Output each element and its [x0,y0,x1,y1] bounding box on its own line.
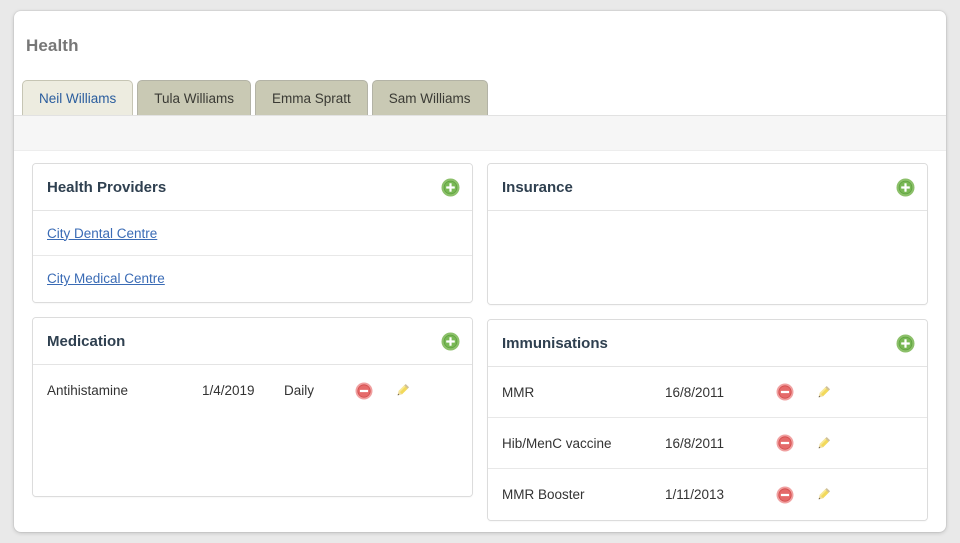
remove-circle-icon[interactable] [354,381,373,400]
panel-title: Health Providers [47,178,167,196]
immunisations-list: MMR 16/8/2011 Hib/MenC vaccine 16/8/2011… [488,367,927,520]
panel-title: Medication [47,332,126,350]
row-actions [775,485,833,504]
remove-circle-icon[interactable] [775,383,794,402]
immunisation-name: Hib/MenC vaccine [502,435,612,451]
medication-panel: Medication Antihistamine 1/4/2019 Daily [32,317,473,497]
list-item[interactable]: City Dental Centre [33,211,472,256]
health-providers-list: City Dental Centre City Medical Centre [33,211,472,302]
add-circle-icon[interactable] [441,178,460,197]
table-row: MMR Booster 1/11/2013 [488,469,927,520]
row-actions [775,434,833,453]
tab-neil-williams[interactable]: Neil Williams [22,80,134,116]
medication-name: Antihistamine [47,383,129,398]
table-row: Hib/MenC vaccine 16/8/2011 [488,418,927,469]
tab-label: Neil Williams [39,91,117,106]
add-circle-icon[interactable] [441,332,460,351]
medication-date: 1/4/2019 [202,383,255,398]
tab-label: Sam Williams [388,91,471,106]
panel-title: Immunisations [502,334,608,352]
row-actions [775,383,833,402]
provider-link[interactable]: City Medical Centre [47,271,165,286]
pencil-icon[interactable] [393,381,412,400]
health-providers-panel: Health Providers City Dental Centre City… [32,163,473,303]
panel-title: Insurance [502,178,573,196]
remove-circle-icon[interactable] [775,485,794,504]
provider-link[interactable]: City Dental Centre [47,226,157,241]
remove-circle-icon[interactable] [775,434,794,453]
insurance-header: Insurance [488,164,927,211]
tab-sam-williams[interactable]: Sam Williams [371,80,488,116]
pencil-icon[interactable] [814,434,833,453]
tab-label: Emma Spratt [272,91,351,106]
immunisations-panel: Immunisations MMR 16/8/2011 Hib/MenC vac… [487,319,928,521]
pencil-icon[interactable] [814,485,833,504]
tab-emma-spratt[interactable]: Emma Spratt [255,80,368,116]
patient-tab-bar: Neil Williams Tula Williams Emma Spratt … [22,80,488,116]
health-providers-header: Health Providers [33,164,472,211]
tab-label: Tula Williams [154,91,235,106]
immunisation-date: 16/8/2011 [665,384,725,400]
insurance-panel: Insurance [487,163,928,305]
pencil-icon[interactable] [814,383,833,402]
panel-grid: Health Providers City Dental Centre City… [32,163,928,521]
add-circle-icon[interactable] [896,178,915,197]
immunisation-date: 16/8/2011 [665,435,725,451]
list-item[interactable]: City Medical Centre [33,256,472,301]
right-panel-column: Insurance Immunisations MMR 16/8/2011 Hi… [487,163,928,521]
tab-tula-williams[interactable]: Tula Williams [137,80,252,116]
medication-list: Antihistamine 1/4/2019 Daily [33,365,472,496]
medication-header: Medication [33,318,472,365]
left-panel-column: Health Providers City Dental Centre City… [32,163,473,521]
immunisation-name: MMR [502,384,535,400]
row-actions [354,381,412,400]
insurance-list-empty [488,211,927,304]
health-page-window: Health Neil Williams Tula Williams Emma … [14,11,946,532]
immunisation-name: MMR Booster [502,487,585,502]
add-circle-icon[interactable] [896,334,915,353]
medication-frequency: Daily [284,383,315,398]
table-row: MMR 16/8/2011 [488,367,927,418]
immunisations-header: Immunisations [488,320,927,367]
toolbar-band [14,116,946,151]
table-row: Antihistamine 1/4/2019 Daily [33,365,472,416]
page-title: Health [26,36,79,55]
immunisation-date: 1/11/2013 [665,487,725,502]
